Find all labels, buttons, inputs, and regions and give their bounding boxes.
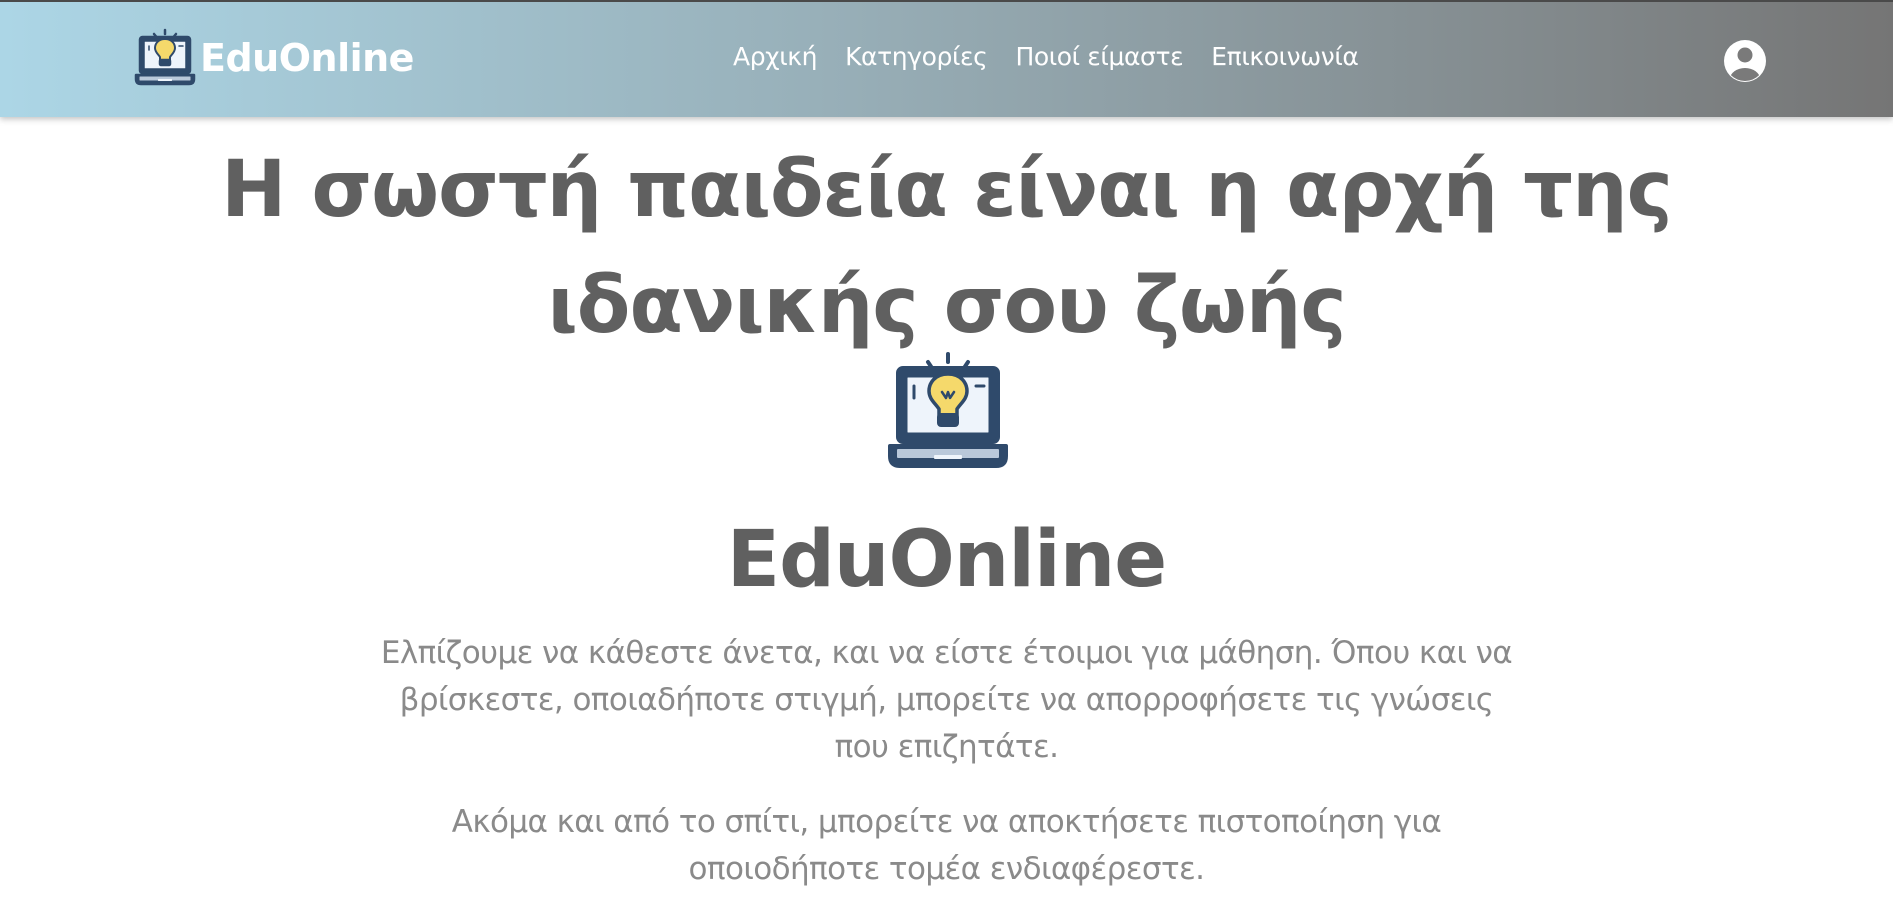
main-nav: Αρχική Κατηγορίες Ποιοί είμαστε Επικοινω… xyxy=(733,42,1359,71)
laptop-lightbulb-icon xyxy=(886,352,1010,472)
laptop-lightbulb-icon xyxy=(134,28,196,88)
navbar: EduOnline Αρχική Κατηγορίες Ποιοί είμαστ… xyxy=(0,0,1893,117)
hero-brand-name: EduOnline xyxy=(726,515,1167,605)
nav-link-home[interactable]: Αρχική xyxy=(733,42,817,71)
brand-name: EduOnline xyxy=(200,36,414,80)
account-button[interactable] xyxy=(1723,39,1767,83)
brand-link[interactable]: EduOnline xyxy=(134,28,414,88)
nav-link-contact[interactable]: Επικοινωνία xyxy=(1211,42,1359,71)
nav-link-categories[interactable]: Κατηγορίες xyxy=(845,42,988,71)
user-circle-icon xyxy=(1723,39,1767,83)
nav-link-about[interactable]: Ποιοί είμαστε xyxy=(1015,42,1183,71)
hero-title: Η σωστή παιδεία είναι η αρχή της ιδανική… xyxy=(221,145,1673,351)
certification-paragraph: Ακόμα και από το σπίτι, μπορείτε να αποκ… xyxy=(451,804,1442,887)
intro-paragraph: Ελπίζουμε να κάθεστε άνετα, και να είστε… xyxy=(380,635,1513,765)
